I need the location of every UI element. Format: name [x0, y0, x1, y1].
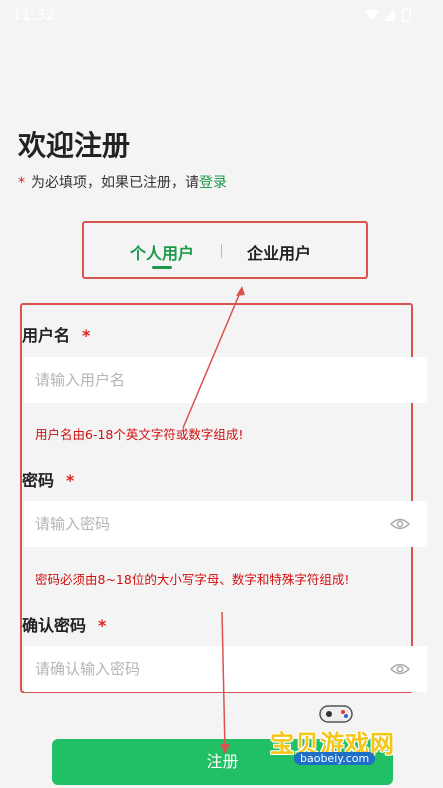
- required-star: *: [98, 616, 107, 635]
- user-type-tabs: 个人用户 企业用户: [82, 221, 368, 279]
- watermark-logo: 宝贝游戏网 baobeiy.com: [268, 700, 418, 770]
- login-link[interactable]: 登录: [199, 175, 227, 191]
- confirm-password-input[interactable]: [24, 646, 427, 692]
- wifi-icon: [365, 9, 379, 21]
- username-label: 用户名 *: [22, 322, 90, 346]
- required-star: *: [82, 326, 91, 345]
- eye-icon[interactable]: [390, 517, 410, 531]
- tab-enterprise-label: 企业用户: [247, 244, 312, 263]
- gamepad-icon: [319, 705, 353, 723]
- tab-enterprise-user[interactable]: 企业用户: [247, 240, 311, 264]
- subtitle-text: 为必填项，如果已注册，请: [31, 175, 199, 191]
- required-star: *: [66, 471, 75, 490]
- confirm-password-label: 确认密码 *: [22, 612, 106, 636]
- password-input[interactable]: [24, 501, 427, 547]
- required-star: *: [18, 175, 25, 191]
- signal-icon: [383, 9, 395, 21]
- username-hint: 用户名由6-18个英文字符或数字组成!: [35, 427, 244, 442]
- battery-icon: [402, 8, 411, 22]
- username-label-text: 用户名: [22, 326, 71, 345]
- eye-icon[interactable]: [390, 662, 410, 676]
- status-bar: 11:32: [0, 0, 443, 30]
- tab-personal-user[interactable]: 个人用户: [130, 240, 195, 269]
- active-tab-indicator: [152, 266, 172, 269]
- status-icons: [365, 8, 411, 22]
- password-hint: 密码必须由8~18位的大小写字母、数字和特殊字符组成!: [35, 572, 350, 587]
- password-label: 密码 *: [22, 467, 74, 491]
- password-label-text: 密码: [22, 471, 55, 490]
- username-input[interactable]: [24, 357, 427, 403]
- watermark-url: baobeiy.com: [294, 752, 376, 765]
- arrow-head: [236, 286, 245, 296]
- status-time: 11:32: [12, 6, 56, 24]
- page-title: 欢迎注册: [18, 129, 131, 162]
- confirm-password-label-text: 确认密码: [22, 616, 87, 635]
- tab-personal-label: 个人用户: [130, 244, 195, 263]
- subtitle: * 为必填项，如果已注册，请登录: [18, 172, 227, 192]
- tab-divider: [221, 244, 222, 258]
